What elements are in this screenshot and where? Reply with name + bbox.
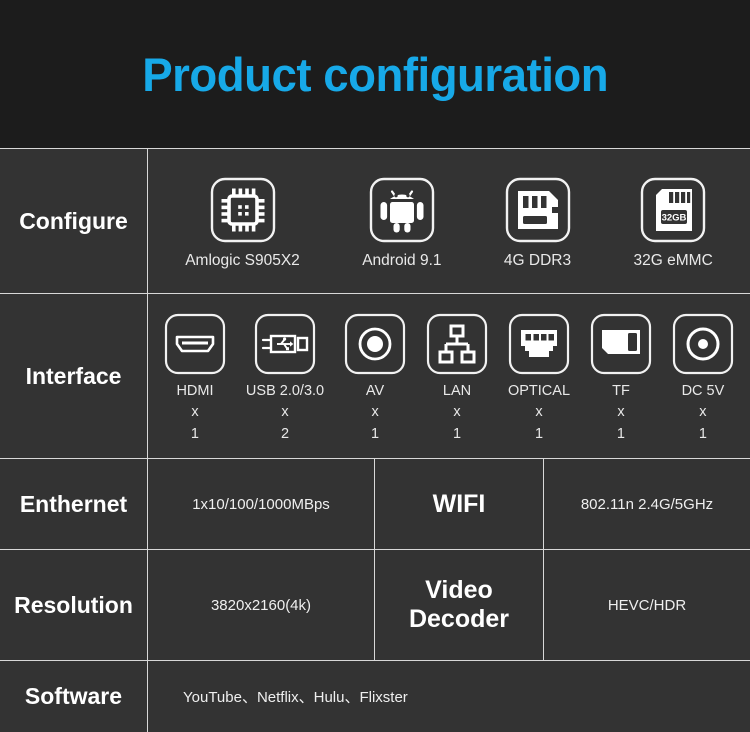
video-decoder-value: HEVC/HDR [607,596,687,614]
table-row-ethernet: Enthernet 1x10/100/1000MBps WIFI 802.11n… [0,459,750,550]
row-label-interface: Interface [0,294,148,458]
video-decoder-label-line1: Video [425,576,493,605]
spec-qty-tf: 1 [616,425,625,442]
row-label-wifi: WIFI [375,459,544,549]
spec-caption-optical: OPTICAL [507,383,571,400]
spec-item-lan: LAN x 1 [426,313,488,444]
resolution-value: 3820x2160(4k) [148,550,375,660]
table-row-resolution: Resolution 3820x2160(4k) Video Decoder H… [0,550,750,661]
sd-card-32gb-icon: 32GB [640,177,706,243]
spec-qty-lan: 1 [452,425,462,442]
cpu-chip-icon [210,177,276,243]
android-robot-icon [369,177,435,243]
spec-qty-hdmi: 1 [190,425,199,442]
spec-item-os: Android 9.1 [362,177,442,272]
spec-qty-x-av: x [371,404,379,421]
spec-item-optical: OPTICAL x 1 [508,313,570,444]
spec-item-usb: USB 2.0/3.0 x 2 [246,313,324,444]
spec-qty-av: 1 [371,425,380,442]
table-row-configure: Configure Amlogic S905X2 Android 9.1 4G … [0,149,750,294]
row-label-software: Software [0,661,148,732]
spec-item-ram: 4G DDR3 [504,177,571,272]
spec-item-cpu: Amlogic S905X2 [185,177,300,272]
spec-caption-storage: 32G eMMC [633,252,713,270]
spec-qty-dc: 1 [698,425,707,442]
row-label-video-decoder: Video Decoder [375,550,544,660]
spec-caption-cpu: Amlogic S905X2 [185,252,300,270]
tf-card-icon [590,313,652,375]
table-row-software: Software YouTube、Netflix、Hulu、Flixster [0,661,750,732]
av-jack-icon [344,313,406,375]
spec-qty-x-tf: x [617,404,625,421]
row-label-ethernet: Enthernet [0,459,148,549]
page-header: Product configuration [0,0,750,148]
spec-caption-hdmi: HDMI [176,383,214,400]
spec-caption-os: Android 9.1 [362,252,442,270]
spec-qty-x-optical: x [535,404,543,421]
ethernet-value: 1x10/100/1000MBps [148,459,375,549]
table-row-interface: Interface HDMI x 1 USB 2.0/3.0 x 2 AV x … [0,294,750,459]
optical-rj45-icon [508,313,570,375]
spec-item-av: AV x 1 [344,313,406,444]
spec-qty-x-hdmi: x [191,404,199,421]
row-content-interface: HDMI x 1 USB 2.0/3.0 x 2 AV x 1 LAN x 1 … [148,294,750,458]
spec-item-tf: TF x 1 [590,313,652,444]
spec-caption-av: AV [365,383,385,400]
row-content-configure: Amlogic S905X2 Android 9.1 4G DDR3 32GB … [148,149,750,293]
spec-item-dc: DC 5V x 1 [672,313,734,444]
video-decoder-label-line2: Decoder [408,605,510,633]
spec-qty-optical: 1 [534,425,544,442]
spec-qty-x-usb: x [281,404,289,421]
sd-card-capacity-text: 32GB [662,213,687,224]
hdmi-port-icon [164,313,226,375]
usb-plug-icon [254,313,316,375]
row-label-resolution: Resolution [0,550,148,660]
spec-item-hdmi: HDMI x 1 [164,313,226,444]
spec-item-storage: 32GB 32G eMMC [634,177,713,272]
specification-table: Configure Amlogic S905X2 Android 9.1 4G … [0,148,750,732]
spec-caption-tf: TF [612,383,630,400]
row-label-configure: Configure [0,149,148,293]
spec-qty-x-dc: x [699,404,707,421]
spec-caption-lan: LAN [442,383,472,400]
memory-card-icon [505,177,571,243]
spec-qty-x-lan: x [453,404,461,421]
page-title: Product configuration [142,47,608,101]
spec-caption-ram: 4G DDR3 [503,252,572,270]
spec-caption-usb: USB 2.0/3.0 [245,383,325,400]
product-configuration-page: Product configuration Configure Amlogic … [0,0,750,732]
spec-qty-usb: 2 [280,425,290,442]
lan-network-icon [426,313,488,375]
software-value: YouTube、Netflix、Hulu、Flixster [183,689,408,706]
wifi-value: 802.11n 2.4G/5GHz [580,495,714,513]
spec-caption-dc: DC 5V [681,383,725,400]
dc-power-icon [672,313,734,375]
